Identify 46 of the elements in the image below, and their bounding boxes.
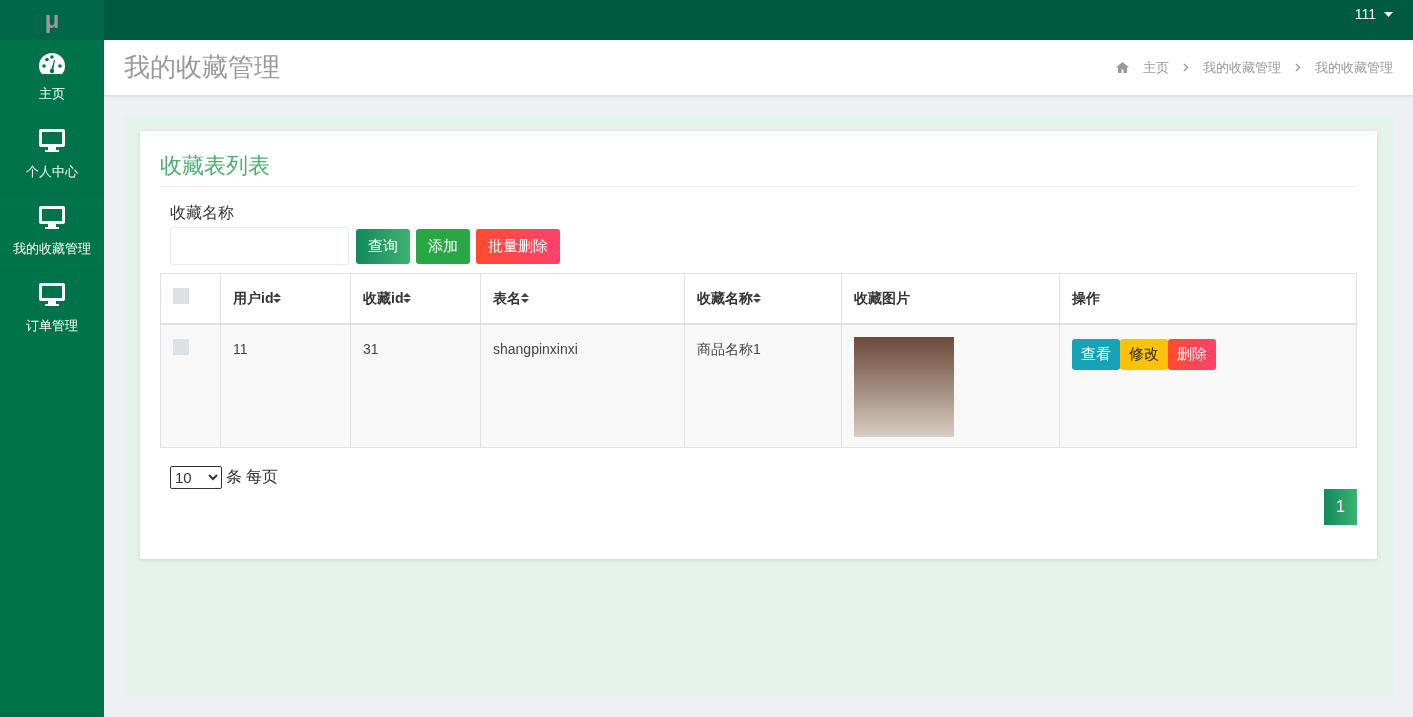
sort-icon — [273, 293, 282, 304]
sidebar-item[interactable]: 个人中心 — [0, 117, 104, 194]
logo: μ — [0, 0, 104, 40]
sort-icon — [521, 293, 529, 304]
page-button[interactable]: 1 — [1324, 489, 1357, 525]
breadcrumb-link[interactable]: 主页 — [1143, 57, 1169, 78]
column-header[interactable]: 收藏名称 — [684, 273, 842, 324]
monitor-icon — [38, 128, 66, 155]
table-cell: 31 — [350, 323, 481, 448]
column-header[interactable]: 收藏id — [350, 273, 481, 324]
monitor-icon — [38, 282, 66, 309]
toolbar-button[interactable]: 批量删除 — [476, 228, 560, 264]
table-cell: 11 — [220, 323, 351, 448]
breadcrumb-link[interactable]: 我的收藏管理 — [1315, 57, 1393, 78]
search-field[interactable] — [170, 227, 349, 265]
toolbar-button[interactable]: 添加 — [416, 228, 470, 264]
card-title: 收藏表列表 — [160, 149, 1357, 187]
table-cell: 商品名称1 — [684, 323, 842, 448]
page-size-label: 条 每页 — [226, 467, 279, 487]
select-all-checkbox[interactable] — [173, 288, 189, 304]
action-button[interactable]: 删除 — [1168, 338, 1216, 370]
sort-icon — [753, 293, 761, 304]
dashboard-gauge-icon — [38, 52, 66, 77]
column-header[interactable]: 用户id — [220, 273, 351, 324]
table-cell: shangpinxinxi — [480, 323, 685, 448]
chevron-right-icon — [1183, 63, 1189, 72]
chevron-right-icon — [1295, 63, 1301, 72]
page-title: 我的收藏管理 — [124, 51, 280, 84]
page-size-select[interactable]: 10 — [170, 465, 222, 489]
search-label: 收藏名称 — [170, 203, 235, 223]
row-checkbox[interactable] — [173, 338, 189, 355]
sidebar-item[interactable]: 订单管理 — [0, 271, 104, 348]
action-button[interactable]: 修改 — [1120, 338, 1168, 370]
column-header: 收藏图片 — [841, 273, 1060, 324]
home-icon — [1116, 62, 1129, 73]
sort-icon — [403, 293, 412, 304]
monitor-icon — [38, 205, 66, 232]
user-menu[interactable]: 111 — [1354, 4, 1393, 24]
action-button[interactable]: 查看 — [1072, 338, 1120, 370]
sidebar-item[interactable]: 主页 — [0, 40, 104, 117]
caret-icon — [1384, 11, 1393, 17]
column-header: 操作 — [1059, 273, 1357, 324]
column-header[interactable]: 表名 — [480, 273, 685, 324]
toolbar-button[interactable]: 查询 — [356, 228, 410, 264]
breadcrumb-link[interactable]: 我的收藏管理 — [1203, 57, 1281, 78]
sidebar-item[interactable]: 我的收藏管理 — [0, 194, 104, 271]
